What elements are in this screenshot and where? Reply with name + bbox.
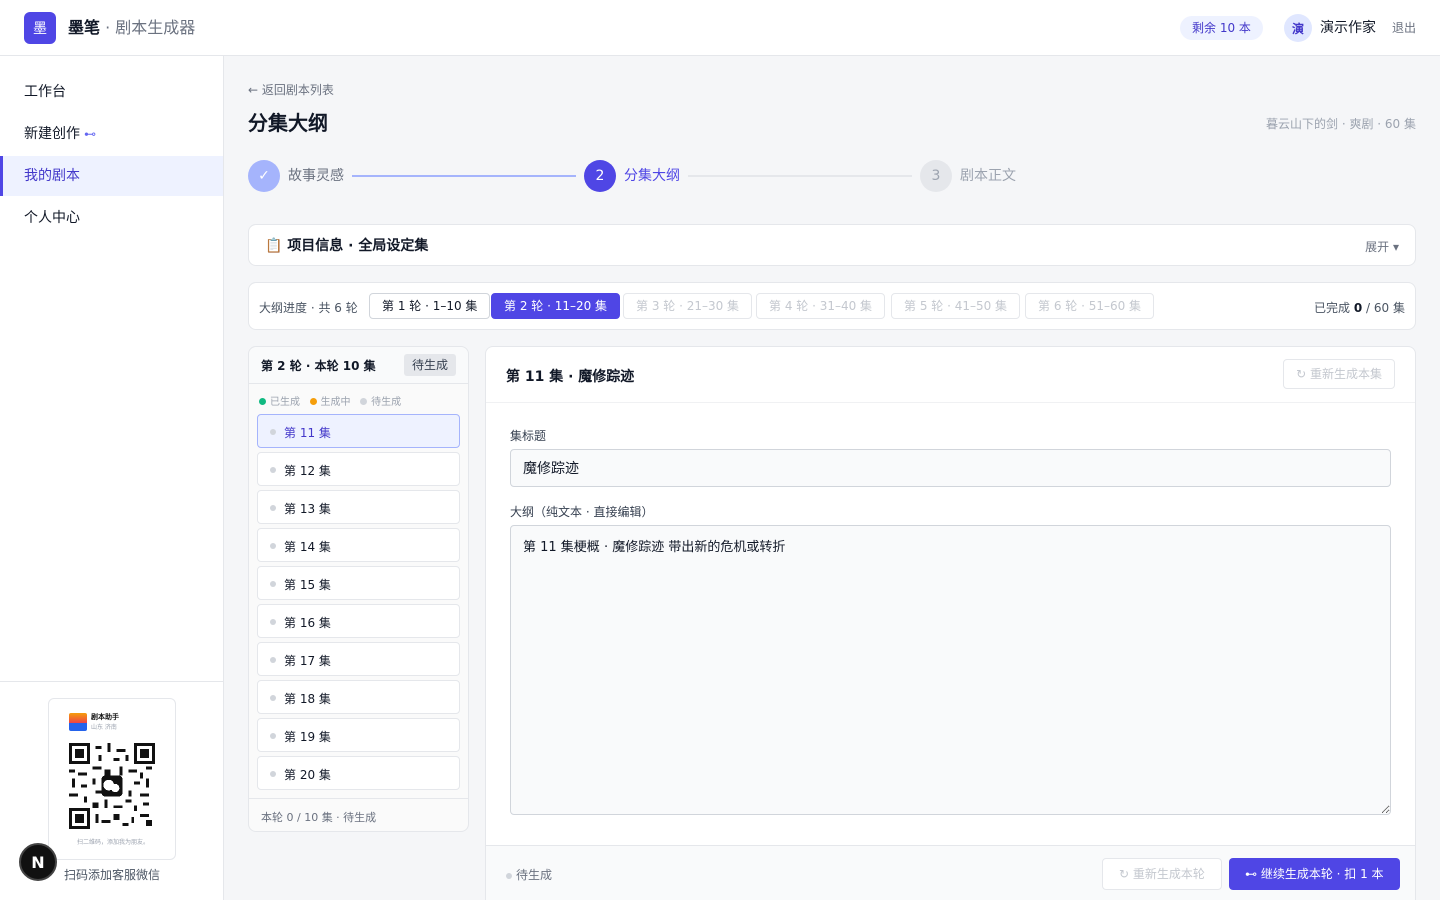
episode-item[interactable]: 第 17 集 bbox=[257, 642, 460, 676]
title-field-label: 集标题 bbox=[510, 429, 547, 443]
sidebar: 工作台 新建创作 ⊷ 我的剧本 个人中心 剧本助手 山东 济南 扫二维码，添加我为… bbox=[0, 56, 224, 900]
brand-title: 墨笔 · 剧本生成器 bbox=[68, 18, 195, 38]
episode-item[interactable]: 第 14 集 bbox=[257, 528, 460, 562]
round-tab-2[interactable]: 第 2 轮 · 11–20 集 bbox=[491, 293, 621, 319]
step-3-label[interactable]: 剧本正文 bbox=[960, 167, 1016, 185]
project-info-panel[interactable]: 📋 项目信息 · 全局设定集 展开 ▾ bbox=[248, 224, 1416, 266]
n-logo-icon[interactable]: N bbox=[19, 843, 57, 881]
status-dot-icon bbox=[270, 657, 276, 663]
quota-badge: 剩余 10 本 bbox=[1180, 16, 1263, 40]
regenerate-episode-button[interactable]: ↻ 重新生成本集 bbox=[1283, 359, 1395, 389]
clipboard-icon: 📋 bbox=[265, 238, 283, 254]
status-dot-icon bbox=[270, 467, 276, 473]
episode-list-footer: 本轮 0 / 10 集 · 待生成 bbox=[261, 811, 377, 824]
sidebar-item-workbench[interactable]: 工作台 bbox=[0, 72, 223, 112]
continue-generate-button[interactable]: ⊷ 继续生成本轮 · 扣 1 本 bbox=[1229, 858, 1400, 890]
app-logo[interactable]: 墨 bbox=[24, 12, 56, 44]
arrow-icon: ⊷ bbox=[84, 127, 96, 141]
status-dot-icon bbox=[270, 733, 276, 739]
status-dot-icon bbox=[270, 505, 276, 511]
outline-progress-bar: 大纲进度 · 共 6 轮 第 1 轮 · 1–10 集 第 2 轮 · 11–2… bbox=[248, 282, 1416, 330]
round-tab-6: 第 6 轮 · 51–60 集 bbox=[1025, 293, 1155, 319]
status-dot-icon bbox=[270, 581, 276, 587]
status-legend: 已生成 生成中 待生成 bbox=[259, 393, 401, 408]
episode-item[interactable]: 第 16 集 bbox=[257, 604, 460, 638]
step-2-circle[interactable]: 2 bbox=[584, 160, 616, 192]
progress-label: 大纲进度 · 共 6 轮 bbox=[259, 301, 358, 315]
episode-heading: 第 11 集 · 魔修踪迹 bbox=[506, 369, 635, 385]
round-tab-3: 第 3 轮 · 21–30 集 bbox=[623, 293, 753, 319]
status-dot-icon bbox=[270, 543, 276, 549]
step-connector bbox=[688, 175, 912, 177]
script-meta: 暮云山下的剑 · 爽剧 · 60 集 bbox=[1266, 117, 1416, 131]
brand-subtitle: 剧本生成器 bbox=[115, 18, 196, 37]
logout-link[interactable]: 退出 bbox=[1392, 20, 1416, 36]
qr-card: 剧本助手 山东 济南 扫二维码，添加我为朋友。 bbox=[48, 698, 176, 860]
sidebar-item-new[interactable]: 新建创作 ⊷ bbox=[0, 114, 223, 154]
qr-profile-name: 剧本助手 bbox=[91, 713, 119, 721]
episode-list-panel: 第 2 轮 · 本轮 10 集 待生成 已生成 生成中 待生成 第 11 集 第… bbox=[248, 346, 469, 832]
pending-dot-icon bbox=[360, 398, 368, 405]
episode-title-input[interactable] bbox=[510, 449, 1391, 487]
user-name[interactable]: 演示作家 bbox=[1320, 18, 1376, 38]
outline-field-label: 大纲（纯文本 · 直接编辑） bbox=[510, 505, 654, 519]
episode-item[interactable]: 第 12 集 bbox=[257, 452, 460, 486]
episode-status: 待生成 bbox=[506, 866, 552, 883]
sidebar-item-profile[interactable]: 个人中心 bbox=[0, 198, 223, 238]
qr-profile-sub: 山东 济南 bbox=[91, 724, 117, 731]
check-icon: ✓ bbox=[258, 168, 270, 184]
qr-caption-small: 扫二维码，添加我为朋友。 bbox=[76, 839, 149, 846]
step-1-label[interactable]: 故事灵感 bbox=[288, 167, 344, 185]
episode-list-divider bbox=[249, 798, 468, 799]
step-connector bbox=[352, 175, 576, 177]
generating-dot-icon bbox=[309, 398, 317, 405]
episode-item[interactable]: 第 11 集 bbox=[257, 414, 460, 448]
episode-item[interactable]: 第 19 集 bbox=[257, 718, 460, 752]
step-2-label[interactable]: 分集大纲 bbox=[624, 167, 680, 185]
sidebar-item-label: 新建创作 bbox=[24, 126, 80, 142]
qr-profile-icon bbox=[69, 713, 87, 731]
round-tab-4: 第 4 轮 · 31–40 集 bbox=[756, 293, 886, 319]
episode-item[interactable]: 第 20 集 bbox=[257, 756, 460, 790]
step-3-circle[interactable]: 3 bbox=[920, 160, 952, 192]
step-1-circle[interactable]: ✓ bbox=[248, 160, 280, 192]
generated-dot-icon bbox=[259, 398, 266, 405]
episode-list-header: 第 2 轮 · 本轮 10 集 待生成 bbox=[249, 347, 468, 384]
brand-separator: · bbox=[100, 18, 116, 37]
status-dot-icon bbox=[270, 771, 276, 777]
editor-header: 第 11 集 · 魔修踪迹 ↻ 重新生成本集 bbox=[486, 347, 1415, 403]
sidebar-item-my-scripts[interactable]: 我的剧本 bbox=[0, 156, 223, 196]
status-badge: 待生成 bbox=[403, 354, 456, 376]
pending-dot-icon bbox=[506, 873, 512, 879]
sidebar-divider bbox=[0, 681, 223, 682]
sidebar-item-label: 我的剧本 bbox=[24, 168, 80, 184]
regenerate-round-button[interactable]: ↻ 重新生成本轮 bbox=[1102, 858, 1222, 890]
episode-list-title: 第 2 轮 · 本轮 10 集 bbox=[261, 359, 376, 373]
top-header: 墨 墨笔 · 剧本生成器 剩余 10 本 演 演示作家 退出 bbox=[0, 0, 1440, 56]
expand-toggle[interactable]: 展开 ▾ bbox=[1365, 238, 1399, 255]
project-info-title: 📋 项目信息 · 全局设定集 bbox=[265, 238, 429, 254]
brand-name: 墨笔 bbox=[68, 18, 101, 37]
qr-code-icon bbox=[69, 743, 155, 829]
page-title: 分集大纲 bbox=[248, 111, 328, 135]
outline-textarea[interactable]: 第 11 集梗概 · 魔修踪迹 带出新的危机或转折 bbox=[510, 525, 1391, 815]
sidebar-item-label: 个人中心 bbox=[24, 210, 80, 226]
completed-count: 已完成 0 / 60 集 bbox=[1314, 301, 1405, 315]
round-tab-5: 第 5 轮 · 41–50 集 bbox=[891, 293, 1021, 319]
back-link[interactable]: ← 返回剧本列表 bbox=[248, 82, 334, 98]
episode-item[interactable]: 第 18 集 bbox=[257, 680, 460, 714]
episode-item[interactable]: 第 15 集 bbox=[257, 566, 460, 600]
editor-footer: 待生成 ↻ 重新生成本轮 ⊷ 继续生成本轮 · 扣 1 本 bbox=[486, 845, 1415, 900]
avatar[interactable]: 演 bbox=[1284, 14, 1312, 42]
episode-editor-panel: 第 11 集 · 魔修踪迹 ↻ 重新生成本集 集标题 大纲（纯文本 · 直接编辑… bbox=[485, 346, 1416, 900]
status-dot-icon bbox=[270, 429, 276, 435]
round-tab-1[interactable]: 第 1 轮 · 1–10 集 bbox=[369, 293, 491, 319]
episode-item[interactable]: 第 13 集 bbox=[257, 490, 460, 524]
status-dot-icon bbox=[270, 695, 276, 701]
status-dot-icon bbox=[270, 619, 276, 625]
sidebar-item-label: 工作台 bbox=[24, 84, 66, 100]
